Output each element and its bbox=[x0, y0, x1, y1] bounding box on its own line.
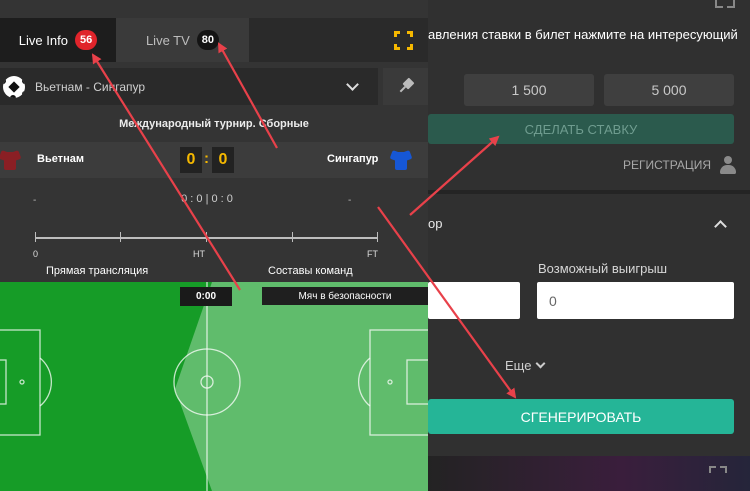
section-header[interactable]: ор bbox=[428, 204, 750, 244]
timeline-tick bbox=[35, 232, 36, 242]
left-penalty-arc bbox=[39, 357, 53, 407]
soccer-ball-icon bbox=[3, 75, 25, 98]
stat-right: - bbox=[348, 195, 352, 206]
left-penalty-spot bbox=[19, 379, 25, 385]
home-score: 0 bbox=[180, 147, 202, 173]
section-divider bbox=[428, 190, 750, 194]
register-link[interactable]: РЕГИСТРАЦИЯ bbox=[623, 154, 737, 176]
away-score: 0 bbox=[212, 147, 234, 173]
bet-slip-panel: авления ставки в билет нажмите на интере… bbox=[428, 0, 750, 491]
scoreboard: Вьетнам 0 : 0 Сингапур bbox=[0, 142, 428, 178]
timeline-tick bbox=[377, 232, 378, 242]
expand-icon[interactable] bbox=[394, 31, 413, 50]
amount-option-1500[interactable]: 1 500 bbox=[464, 74, 594, 106]
live-info-count-badge: 56 bbox=[74, 30, 98, 50]
banner-image bbox=[428, 456, 750, 491]
fullscreen-icon[interactable] bbox=[715, 0, 735, 10]
timeline-tick bbox=[120, 232, 121, 242]
widget-tabs: Live Info 56 Live TV 80 bbox=[0, 18, 428, 62]
more-label: Еще bbox=[505, 358, 532, 373]
amount-option-5000[interactable]: 5 000 bbox=[604, 74, 734, 106]
tab-live-tv-label: Live TV bbox=[145, 32, 190, 48]
stake-input[interactable] bbox=[428, 282, 520, 319]
live-tv-count-badge: 80 bbox=[196, 30, 220, 50]
possession-zone bbox=[175, 282, 428, 491]
timeline-tick bbox=[292, 232, 293, 242]
chevron-down-icon bbox=[536, 358, 546, 369]
left-goal-box bbox=[0, 359, 7, 405]
chevron-down-icon[interactable] bbox=[346, 78, 359, 91]
timeline-start-label: 0 bbox=[33, 249, 39, 259]
home-team-name: Вьетнам bbox=[37, 153, 84, 165]
match-status-banner: Мяч в безопасности bbox=[262, 287, 428, 305]
away-jersey-icon bbox=[389, 149, 413, 170]
score-separator: : bbox=[204, 150, 209, 167]
match-select[interactable]: Вьетнам - Сингапур bbox=[0, 68, 378, 105]
pitch-drawing bbox=[0, 282, 428, 491]
timeline-tick bbox=[206, 232, 207, 242]
lineups-link[interactable]: Составы команд bbox=[268, 265, 353, 277]
tab-live-info[interactable]: Live Info 56 bbox=[0, 18, 116, 62]
chevron-up-icon[interactable] bbox=[714, 220, 727, 233]
match-select-value: Вьетнам - Сингапур bbox=[35, 79, 146, 94]
match-clock: 0:00 bbox=[180, 287, 232, 306]
tab-live-info-label: Live Info bbox=[18, 32, 68, 48]
user-icon bbox=[719, 156, 737, 174]
home-jersey-icon bbox=[0, 149, 22, 170]
pitch-visualization bbox=[0, 282, 428, 491]
live-stream-link[interactable]: Прямая трансляция bbox=[46, 265, 148, 277]
make-bet-button[interactable]: СДЕЛАТЬ СТАВКУ bbox=[428, 114, 734, 144]
bottom-banner bbox=[428, 456, 750, 491]
live-widget: Live Info 56 Live TV 80 Вьетнам - Сингап… bbox=[0, 0, 428, 491]
possible-win-input[interactable] bbox=[537, 282, 734, 319]
register-label: РЕГИСТРАЦИЯ bbox=[623, 158, 712, 172]
tab-live-tv[interactable]: Live TV 80 bbox=[116, 18, 249, 62]
section-label: ор bbox=[428, 216, 443, 231]
tournament-title: Международный турнир. Сборные bbox=[119, 118, 309, 130]
period-scores: 0 : 0 | 0 : 0 bbox=[181, 193, 233, 205]
timeline-full-label: FT bbox=[367, 249, 378, 259]
more-toggle[interactable]: Еще bbox=[505, 358, 546, 373]
corner-expand-icon[interactable] bbox=[709, 466, 727, 480]
pin-button[interactable] bbox=[383, 68, 428, 105]
possible-win-label: Возможный выигрыш bbox=[538, 261, 668, 276]
away-team-name: Сингапур bbox=[327, 153, 379, 165]
generate-button[interactable]: СГЕНЕРИРОВАТЬ bbox=[428, 399, 734, 434]
pin-icon bbox=[395, 75, 418, 98]
timeline-half-label: HT bbox=[193, 249, 205, 259]
bet-hint-text: авления ставки в билет нажмите на интере… bbox=[428, 27, 738, 42]
